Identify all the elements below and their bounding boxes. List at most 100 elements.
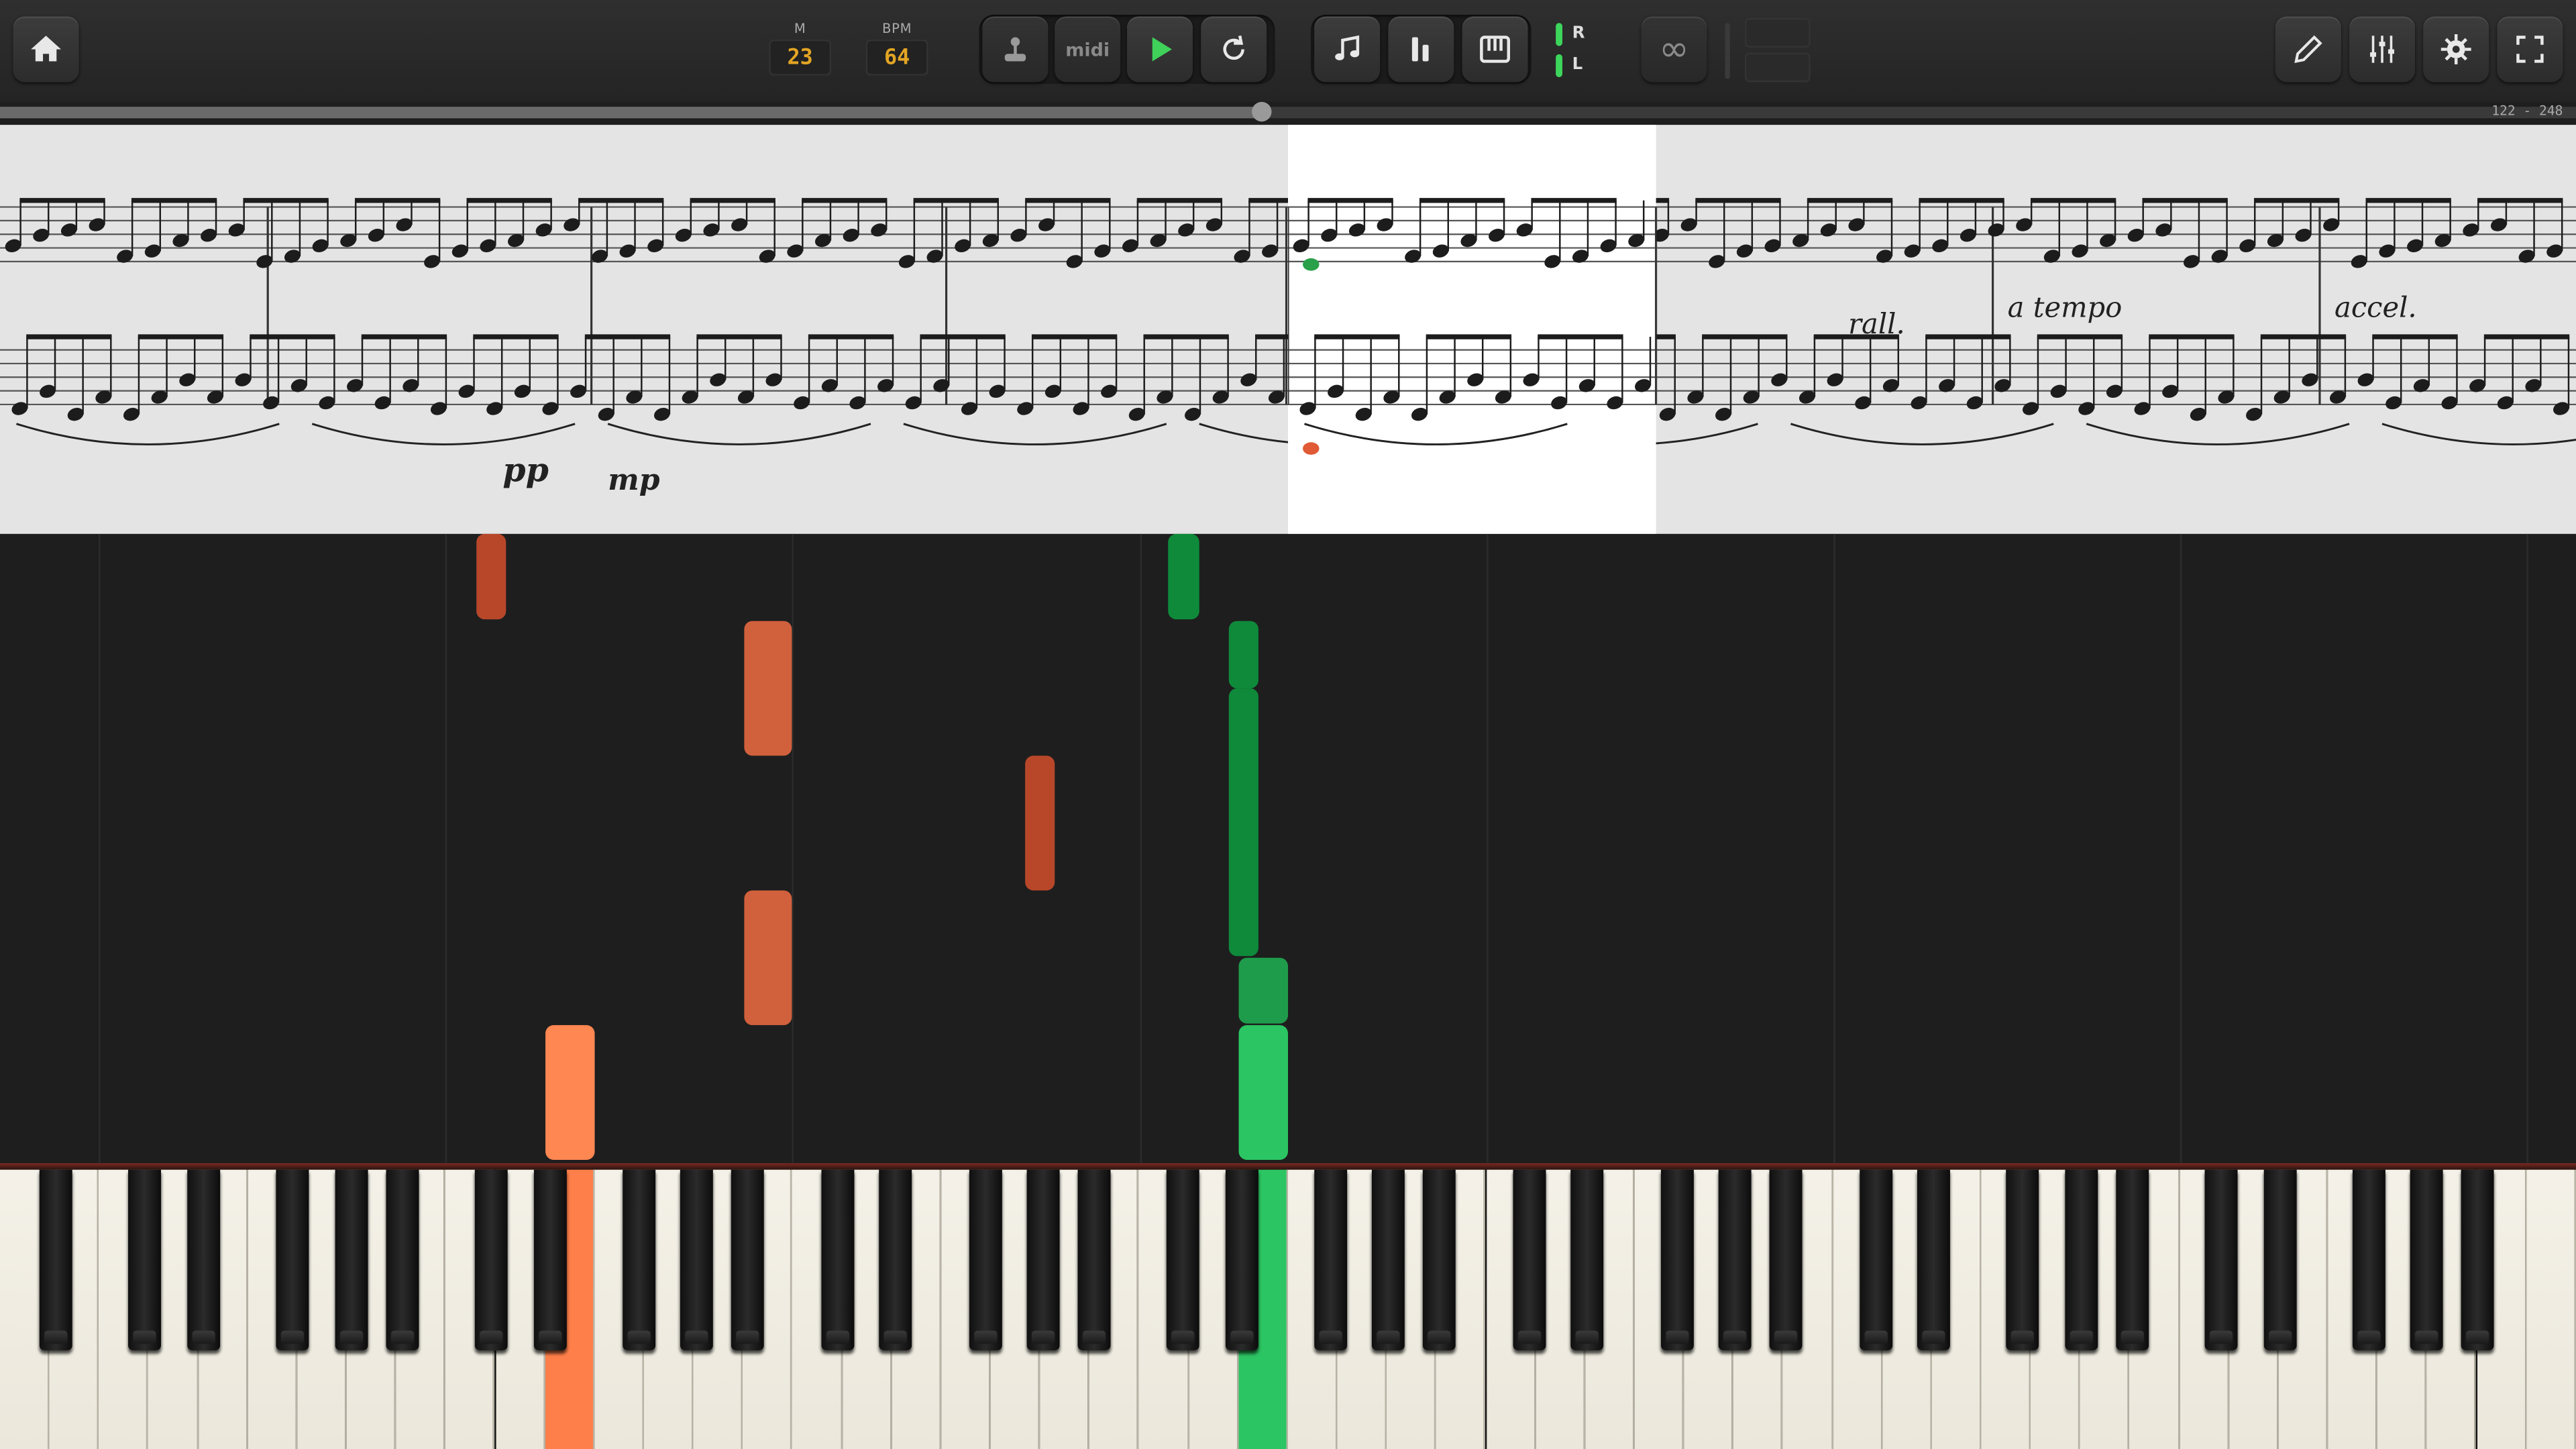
right-hand-label: R xyxy=(1572,24,1585,43)
loop-range-label: 122 - 248 xyxy=(2491,103,2563,119)
black-key[interactable] xyxy=(1314,1169,1348,1351)
left-hand-indicator[interactable] xyxy=(1556,54,1562,78)
falling-note xyxy=(1228,688,1258,957)
loop-divider xyxy=(1725,23,1730,79)
right-hand-indicator[interactable] xyxy=(1556,23,1562,46)
black-key[interactable] xyxy=(2204,1169,2238,1351)
black-key[interactable] xyxy=(2116,1169,2149,1351)
music-note-button[interactable] xyxy=(1314,16,1381,83)
black-key[interactable] xyxy=(1860,1169,1893,1351)
mixer-icon xyxy=(2370,36,2394,63)
falling-note xyxy=(545,1025,595,1160)
black-key[interactable] xyxy=(533,1169,567,1351)
octave-divider xyxy=(2180,533,2182,1163)
keyboard-rail xyxy=(0,1163,2576,1170)
bars-button[interactable] xyxy=(1388,16,1454,83)
black-key[interactable] xyxy=(39,1169,72,1351)
falling-note xyxy=(1238,957,1289,1024)
mixer-button[interactable] xyxy=(2349,16,2416,83)
tempo-a-tempo: a tempo xyxy=(2007,292,2123,325)
measure-display[interactable]: 23 xyxy=(769,39,832,76)
loop-start-box[interactable] xyxy=(1744,17,1811,48)
black-key[interactable] xyxy=(969,1169,1002,1351)
black-key[interactable] xyxy=(1166,1169,1199,1351)
black-key[interactable] xyxy=(1769,1169,1803,1351)
falling-note xyxy=(744,890,792,1026)
black-key[interactable] xyxy=(731,1169,764,1351)
dynamic-pp: pp xyxy=(502,450,549,490)
measure-label: M xyxy=(794,21,806,36)
tempo-rall: rall. xyxy=(1848,309,1905,342)
bpm-display[interactable]: 64 xyxy=(865,39,928,76)
bars-icon xyxy=(1411,37,1429,62)
progress-fill xyxy=(0,107,1263,119)
black-key[interactable] xyxy=(2006,1169,2039,1351)
settings-button[interactable] xyxy=(2423,16,2489,83)
joystick-button[interactable] xyxy=(982,16,1049,83)
black-key[interactable] xyxy=(1570,1169,1604,1351)
falling-note xyxy=(476,533,506,620)
black-key[interactable] xyxy=(623,1169,656,1351)
black-key[interactable] xyxy=(335,1169,368,1351)
black-key[interactable] xyxy=(187,1169,221,1351)
black-key[interactable] xyxy=(2263,1169,2297,1351)
black-key[interactable] xyxy=(680,1169,713,1351)
black-key[interactable] xyxy=(276,1169,309,1351)
octave-divider xyxy=(2526,533,2528,1163)
dynamic-mp: mp xyxy=(608,463,660,498)
piano-icon xyxy=(1480,36,1511,63)
play-button[interactable] xyxy=(1127,16,1193,83)
black-key[interactable] xyxy=(1371,1169,1405,1351)
tempo-accel: accel. xyxy=(2334,292,2417,325)
white-key[interactable] xyxy=(2526,1169,2576,1449)
falling-notes-area xyxy=(0,533,2576,1163)
black-key[interactable] xyxy=(1917,1169,1950,1351)
fullscreen-button[interactable] xyxy=(2497,16,2563,83)
black-key[interactable] xyxy=(1660,1169,1694,1351)
bpm-label: BPM xyxy=(881,21,912,36)
falling-note xyxy=(744,621,792,756)
loop-end-box[interactable] xyxy=(1744,52,1811,83)
black-key[interactable] xyxy=(474,1169,508,1351)
black-key[interactable] xyxy=(1225,1169,1258,1351)
black-key[interactable] xyxy=(879,1169,912,1351)
progress-handle[interactable] xyxy=(1252,101,1273,122)
joystick-icon xyxy=(1004,37,1026,62)
loop-button[interactable]: ∞ xyxy=(1641,16,1707,83)
left-hand-label: L xyxy=(1572,56,1583,74)
octave-divider xyxy=(1487,533,1489,1163)
black-key[interactable] xyxy=(2461,1169,2494,1351)
fullscreen-icon xyxy=(2516,36,2544,63)
octave-divider xyxy=(792,533,794,1163)
piano-button[interactable] xyxy=(1462,16,1528,83)
black-key[interactable] xyxy=(386,1169,419,1351)
edit-button[interactable] xyxy=(2275,16,2341,83)
octave-divider xyxy=(1140,533,1142,1163)
loop-icon: ∞ xyxy=(1659,28,1689,70)
black-key[interactable] xyxy=(1513,1169,1546,1351)
black-key[interactable] xyxy=(128,1169,162,1351)
black-key[interactable] xyxy=(1077,1169,1111,1351)
home-icon xyxy=(31,36,62,62)
falling-note xyxy=(1238,1025,1289,1160)
midi-icon: midi xyxy=(1065,38,1110,60)
falling-note xyxy=(1025,755,1055,891)
octave-divider xyxy=(1833,533,1835,1163)
restart-icon xyxy=(1223,35,1244,60)
black-key[interactable] xyxy=(821,1169,855,1351)
home-button[interactable] xyxy=(13,16,79,83)
restart-button[interactable] xyxy=(1201,16,1267,83)
black-key[interactable] xyxy=(2410,1169,2443,1351)
pencil-icon xyxy=(2294,35,2322,64)
black-key[interactable] xyxy=(1026,1169,1060,1351)
black-key[interactable] xyxy=(2065,1169,2098,1351)
toolbar xyxy=(0,0,2576,102)
midi-button[interactable]: midi xyxy=(1055,16,1121,83)
black-key[interactable] xyxy=(2352,1169,2385,1351)
gear-icon xyxy=(2440,34,2471,64)
octave-divider xyxy=(98,533,101,1163)
black-key[interactable] xyxy=(1718,1169,1752,1351)
falling-note xyxy=(1228,621,1258,689)
black-key[interactable] xyxy=(1422,1169,1456,1351)
octave-divider xyxy=(445,533,447,1163)
